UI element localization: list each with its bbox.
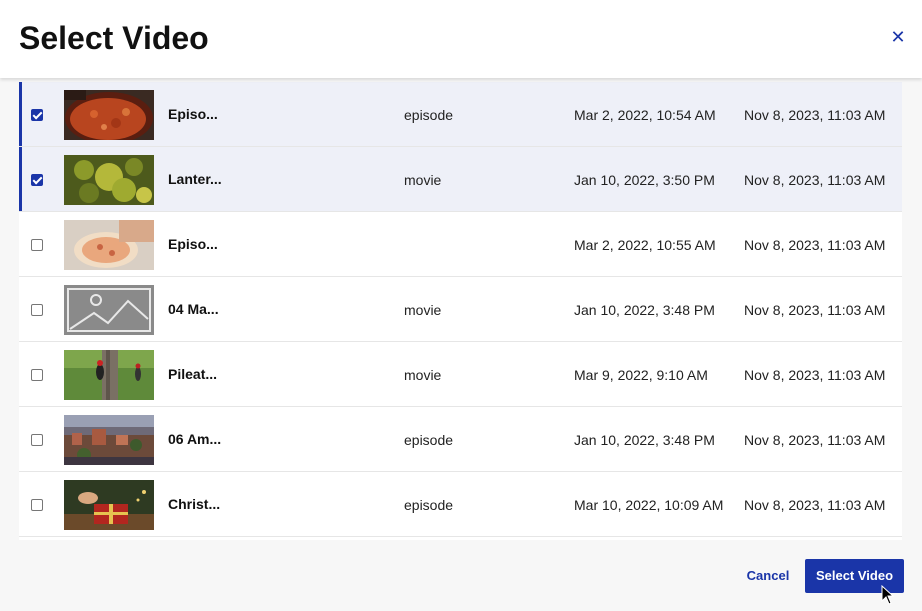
video-type: movie bbox=[404, 367, 442, 383]
video-type: episode bbox=[404, 497, 454, 513]
created-date: Mar 2, 2022, 10:54 AM bbox=[574, 107, 716, 123]
updated-date: Nov 8, 2023, 11:03 AM bbox=[744, 497, 886, 513]
video-name: 06 Am... bbox=[168, 431, 222, 447]
video-type: episode bbox=[404, 432, 454, 448]
created-date: Jan 10, 2022, 3:48 PM bbox=[574, 432, 715, 448]
table-row[interactable]: Lanter... movie Jan 10, 2022, 3:50 PM No… bbox=[19, 147, 902, 212]
video-type: movie bbox=[404, 172, 442, 188]
updated-date: Nov 8, 2023, 11:03 AM bbox=[744, 172, 886, 188]
row-checkbox[interactable] bbox=[31, 369, 43, 381]
updated-date: Nov 8, 2023, 11:03 AM bbox=[744, 302, 886, 318]
dialog-title: Select Video bbox=[19, 20, 209, 56]
created-date: Mar 9, 2022, 9:10 AM bbox=[574, 367, 708, 383]
table-row[interactable]: 04 Ma... movie Jan 10, 2022, 3:48 PM Nov… bbox=[19, 277, 902, 342]
video-list: Episo... episode Mar 2, 2022, 10:54 AM N… bbox=[19, 82, 902, 540]
cancel-button[interactable]: Cancel bbox=[739, 566, 797, 586]
video-name: Pileat... bbox=[168, 366, 218, 382]
created-date: Jan 10, 2022, 3:50 PM bbox=[574, 172, 715, 188]
created-date: Jan 10, 2022, 3:48 PM bbox=[574, 302, 715, 318]
video-thumbnail bbox=[64, 90, 154, 140]
row-checkbox[interactable] bbox=[31, 109, 43, 121]
table-row[interactable]: Episo... Mar 2, 2022, 10:55 AM Nov 8, 20… bbox=[19, 212, 902, 277]
created-date: Mar 10, 2022, 10:09 AM bbox=[574, 497, 724, 513]
updated-date: Nov 8, 2023, 11:03 AM bbox=[744, 237, 886, 253]
table-row[interactable]: Christ... episode Mar 10, 2022, 10:09 AM… bbox=[19, 472, 902, 537]
dialog-header: Select Video ✕ bbox=[0, 0, 922, 78]
created-date: Mar 2, 2022, 10:55 AM bbox=[574, 237, 716, 253]
image-placeholder-icon bbox=[64, 285, 154, 335]
video-thumbnail bbox=[64, 415, 154, 465]
video-thumbnail bbox=[64, 220, 154, 270]
table-row[interactable]: 06 Am... episode Jan 10, 2022, 3:48 PM N… bbox=[19, 407, 902, 472]
row-checkbox[interactable] bbox=[31, 304, 43, 316]
mouse-cursor-icon bbox=[881, 585, 895, 605]
updated-date: Nov 8, 2023, 11:03 AM bbox=[744, 367, 886, 383]
table-row[interactable]: Pileat... movie Mar 9, 2022, 9:10 AM Nov… bbox=[19, 342, 902, 407]
close-icon[interactable]: ✕ bbox=[888, 27, 908, 47]
video-type: movie bbox=[404, 302, 442, 318]
video-name: Christ... bbox=[168, 496, 221, 512]
video-name: 04 Ma... bbox=[168, 301, 219, 317]
video-name: Episo... bbox=[168, 236, 218, 252]
row-checkbox[interactable] bbox=[31, 239, 43, 251]
row-checkbox[interactable] bbox=[31, 174, 43, 186]
video-thumbnail bbox=[64, 480, 154, 530]
video-name: Episo... bbox=[168, 106, 218, 122]
video-type: episode bbox=[404, 107, 454, 123]
dialog-footer: Cancel Select Video bbox=[0, 540, 922, 611]
updated-date: Nov 8, 2023, 11:03 AM bbox=[744, 107, 886, 123]
video-thumbnail bbox=[64, 155, 154, 205]
row-checkbox[interactable] bbox=[31, 499, 43, 511]
row-checkbox[interactable] bbox=[31, 434, 43, 446]
video-name: Lanter... bbox=[168, 171, 222, 187]
video-thumbnail bbox=[64, 350, 154, 400]
table-row[interactable]: Episo... episode Mar 2, 2022, 10:54 AM N… bbox=[19, 82, 902, 147]
updated-date: Nov 8, 2023, 11:03 AM bbox=[744, 432, 886, 448]
